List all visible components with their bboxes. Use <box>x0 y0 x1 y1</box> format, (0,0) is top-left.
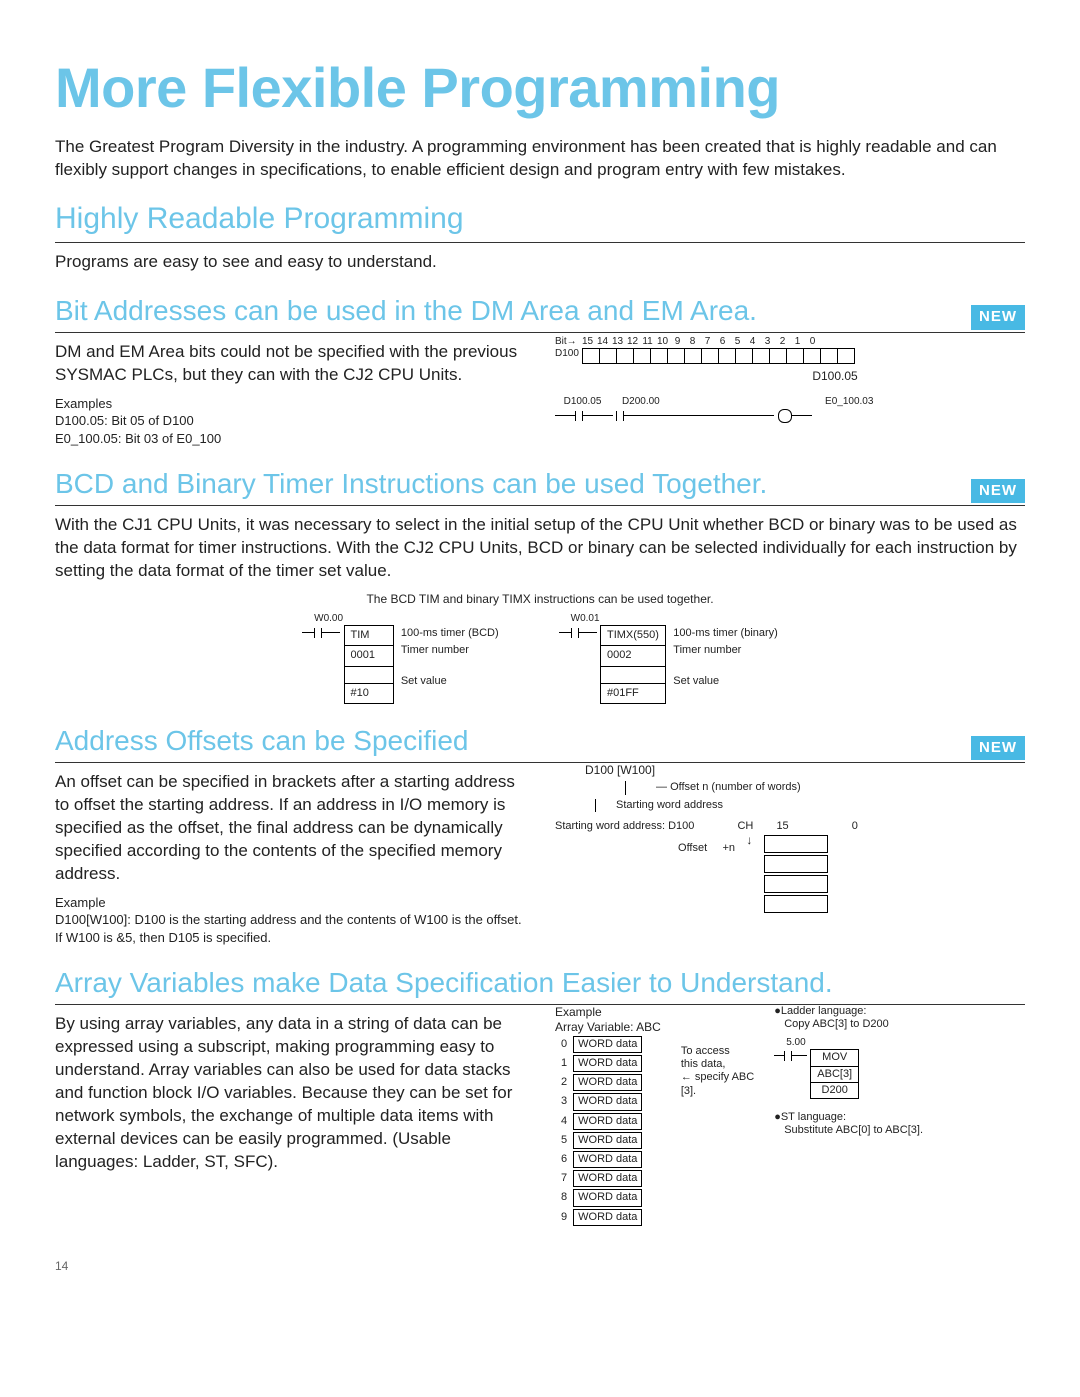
new-badge: NEW <box>971 305 1025 329</box>
bit-table <box>582 348 855 364</box>
section4-heading: Address Offsets can be Specified <box>55 722 469 760</box>
section4-example-text: D100[W100]: D100 is the starting address… <box>55 911 525 946</box>
bit-row-label: D100 <box>555 348 579 359</box>
array-table: 0WORD data 1WORD data 2WORD data 3WORD d… <box>555 1034 644 1228</box>
section5-heading: Array Variables make Data Specification … <box>55 964 833 1002</box>
section3-center-note: The BCD TIM and binary TIMX instructions… <box>55 591 1025 607</box>
page-number: 14 <box>55 1258 1025 1274</box>
section5-body: By using array variables, any data in a … <box>55 1013 525 1174</box>
section1-body: Programs are easy to see and easy to und… <box>55 251 1025 274</box>
section3-heading: BCD and Binary Timer Instructions can be… <box>55 465 767 503</box>
page-title: More Flexible Programming <box>55 50 1025 126</box>
example-line-2: E0_100.05: Bit 03 of E0_100 <box>55 430 525 448</box>
section3-body: With the CJ1 CPU Units, it was necessary… <box>55 514 1025 583</box>
ladder-lang-label: ●Ladder language: <box>774 1005 923 1018</box>
offset-diagram: D100 [W100] — Offset n (number of words)… <box>555 763 1025 946</box>
new-badge: NEW <box>971 479 1025 503</box>
timer-diagram: W0.00 TIM 0001 #10 100-ms timer (BCD) Ti… <box>55 613 1025 704</box>
section4-example-label: Example <box>55 894 525 912</box>
section1-heading: Highly Readable Programming <box>55 199 1025 243</box>
st-lang-label: ●ST language: <box>774 1111 923 1124</box>
section4-body: An offset can be specified in brackets a… <box>55 771 525 886</box>
section2-heading: Bit Addresses can be used in the DM Area… <box>55 292 757 330</box>
array-diagram: Example Array Variable: ABC 0WORD data 1… <box>555 1005 1025 1228</box>
example-line-1: D100.05: Bit 05 of D100 <box>55 412 525 430</box>
bit-numbers: 1514131211109876543210 <box>580 336 820 347</box>
new-badge: NEW <box>971 736 1025 760</box>
section2-body: DM and EM Area bits could not be specifi… <box>55 341 525 387</box>
bit-arrow-label: Bit→ <box>555 336 577 347</box>
ladder-diagram-1: D100.05 D200.00 E0_100.03 <box>555 393 1025 423</box>
bit-diagram: Bit→ 1514131211109876543210 D100 D100.05… <box>555 333 1025 448</box>
intro-paragraph: The Greatest Program Diversity in the in… <box>55 136 1025 182</box>
bit-callout: D100.05 <box>645 369 1025 383</box>
examples-label: Examples <box>55 395 525 413</box>
